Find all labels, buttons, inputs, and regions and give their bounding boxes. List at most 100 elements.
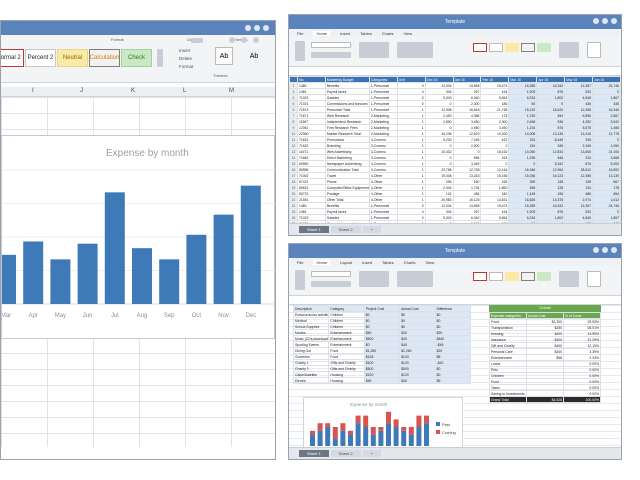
mini-bar-past[interactable] bbox=[325, 427, 331, 446]
table-cell[interactable]: $45 bbox=[363, 377, 401, 384]
table-cell[interactable]: $40 bbox=[399, 377, 436, 384]
mini-bar-coming[interactable] bbox=[325, 423, 331, 427]
minimize-button[interactable] bbox=[245, 25, 251, 31]
summary-total-cell[interactable]: 100.00% bbox=[563, 396, 601, 403]
mini-bar-past[interactable] bbox=[317, 430, 323, 446]
mini-bar-coming[interactable] bbox=[393, 419, 399, 427]
cell-style-check[interactable]: Check bbox=[121, 49, 152, 67]
table-cell[interactable]: Electric bbox=[292, 377, 330, 384]
mini-bar-past[interactable] bbox=[386, 423, 391, 446]
mini-bar-past[interactable] bbox=[348, 434, 353, 446]
style-percent-swatch[interactable] bbox=[489, 272, 503, 281]
alignment-icon[interactable] bbox=[359, 271, 389, 287]
menu-file[interactable]: File bbox=[297, 31, 303, 36]
theme-fonts-icon[interactable]: Ab bbox=[245, 47, 263, 65]
maximize-button[interactable] bbox=[602, 247, 608, 253]
font-select[interactable] bbox=[311, 42, 351, 48]
summary-total-cell[interactable]: Grand Total bbox=[489, 396, 527, 403]
bar-aug[interactable] bbox=[132, 248, 152, 304]
mini-bar-coming[interactable] bbox=[416, 415, 422, 427]
account-icon[interactable] bbox=[253, 37, 259, 43]
mini-bar-coming[interactable] bbox=[378, 427, 384, 431]
font-select[interactable] bbox=[311, 271, 351, 277]
minimize-button[interactable] bbox=[593, 247, 599, 253]
mini-bar-coming[interactable] bbox=[401, 427, 407, 431]
mini-bar-past[interactable] bbox=[424, 423, 429, 446]
bar-apr[interactable] bbox=[23, 241, 44, 304]
bar-mar[interactable] bbox=[1, 254, 16, 304]
insert-cells-button[interactable]: Insert bbox=[179, 47, 193, 55]
menu-charts[interactable]: Charts bbox=[404, 260, 416, 265]
format-cells-button[interactable]: Format bbox=[179, 63, 193, 71]
add-sheet-button[interactable]: + bbox=[362, 450, 381, 457]
menu-charts[interactable]: Charts bbox=[382, 31, 394, 36]
bar-nov[interactable] bbox=[213, 214, 234, 304]
themes-icon[interactable] bbox=[587, 42, 601, 58]
cells-icon[interactable] bbox=[559, 42, 579, 58]
menu-insert[interactable]: Insert bbox=[362, 260, 372, 265]
budget-grid[interactable]: No. Marketing Budget Categories Unit Dec 15 J… bbox=[289, 76, 621, 223]
sheet-tab[interactable]: Sheet 2 bbox=[330, 450, 361, 457]
settings-icon[interactable] bbox=[229, 37, 235, 43]
cell-style-normal-2[interactable]: Normal 2 bbox=[1, 49, 24, 67]
formula-bar[interactable] bbox=[289, 67, 621, 76]
mini-bar-coming[interactable] bbox=[424, 415, 429, 424]
cell-style-percent-2[interactable]: Percent 2 bbox=[25, 49, 56, 67]
style-normal-swatch[interactable] bbox=[473, 43, 487, 52]
alignment-icon[interactable] bbox=[359, 42, 389, 58]
mini-bar-past[interactable] bbox=[340, 430, 346, 446]
mini-bar-coming[interactable] bbox=[363, 415, 369, 427]
cells-icon[interactable] bbox=[559, 271, 579, 287]
column-header[interactable]: I bbox=[32, 88, 34, 94]
bar-may[interactable] bbox=[50, 259, 71, 304]
close-button[interactable] bbox=[263, 25, 269, 31]
column-header[interactable]: M bbox=[229, 88, 234, 94]
menu-file[interactable]: File bbox=[297, 260, 303, 265]
paste-icon[interactable] bbox=[295, 270, 305, 290]
menu-tables[interactable]: Tables bbox=[382, 260, 394, 265]
cell-style-calculation[interactable]: Calculation bbox=[89, 49, 120, 67]
close-button[interactable] bbox=[611, 247, 617, 253]
mini-bar-past[interactable] bbox=[332, 438, 338, 446]
mini-bar-coming[interactable] bbox=[386, 411, 391, 424]
column-header[interactable]: L bbox=[183, 88, 186, 94]
menu-home[interactable]: Home bbox=[313, 259, 331, 265]
mini-bar-past[interactable] bbox=[355, 423, 361, 446]
bar-jul[interactable] bbox=[104, 192, 125, 304]
mini-bar-past[interactable] bbox=[363, 427, 369, 446]
number-format-icon[interactable] bbox=[397, 42, 433, 58]
mini-bar-past[interactable] bbox=[408, 434, 414, 446]
mini-bar-past[interactable] bbox=[370, 434, 376, 446]
mini-bar-coming[interactable] bbox=[332, 427, 338, 439]
mini-bar-coming[interactable] bbox=[317, 423, 323, 431]
mini-bar-coming[interactable] bbox=[355, 415, 361, 424]
expense-grid[interactable]: Description Category Project Cost Actual Co… bbox=[289, 305, 621, 447]
style-normal-swatch[interactable] bbox=[473, 272, 487, 281]
formula-bar[interactable] bbox=[289, 296, 621, 305]
bar-oct[interactable] bbox=[186, 234, 207, 304]
style-neutral-swatch[interactable] bbox=[505, 272, 519, 281]
mini-bar-past[interactable] bbox=[401, 430, 407, 446]
maximize-button[interactable] bbox=[254, 25, 260, 31]
bar-jun[interactable] bbox=[77, 243, 98, 304]
cell-style-neutral[interactable]: Neutral bbox=[57, 49, 88, 67]
paste-icon[interactable] bbox=[295, 41, 305, 61]
style-calculation-swatch[interactable] bbox=[521, 272, 535, 281]
menu-home[interactable]: Home bbox=[313, 30, 331, 36]
menu-tables[interactable]: Tables bbox=[360, 31, 372, 36]
menu-insert[interactable]: Insert bbox=[340, 31, 350, 36]
bar-sep[interactable] bbox=[159, 259, 180, 304]
menu-view[interactable]: View bbox=[403, 31, 412, 36]
table-cell[interactable]: $5 bbox=[434, 377, 472, 384]
mini-bar-past[interactable] bbox=[393, 427, 399, 446]
expense-chart[interactable]: Expense by month Mar Apr May Jun Jul Aug Sep Oct… bbox=[1, 135, 275, 339]
sheet-tab[interactable]: Sheet 1 bbox=[299, 450, 329, 457]
column-header[interactable]: J bbox=[80, 88, 83, 94]
mini-bar-coming[interactable] bbox=[340, 423, 346, 431]
themes-aa-icon[interactable]: Ab bbox=[215, 47, 233, 65]
table-cell[interactable]: Housing bbox=[328, 377, 365, 384]
add-sheet-button[interactable]: + bbox=[362, 226, 381, 233]
mini-bar-coming[interactable] bbox=[310, 430, 315, 435]
mini-bar-past[interactable] bbox=[310, 434, 315, 446]
style-percent-swatch[interactable] bbox=[489, 43, 503, 52]
